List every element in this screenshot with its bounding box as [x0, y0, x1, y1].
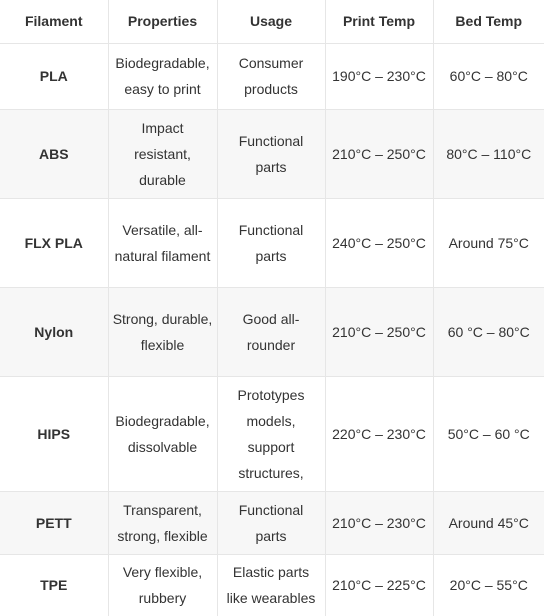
table-row: PETT Transparent, strong, flexible Funct…: [0, 490, 544, 554]
cell-filament: PLA: [0, 42, 109, 109]
table-row: HIPS Biodegradable, dissolvable Prototyp…: [0, 375, 544, 491]
cell-usage: Functional parts: [217, 197, 326, 287]
cell-properties: Versatile, all-natural filament: [108, 197, 218, 287]
cell-filament: TPE: [0, 553, 109, 616]
cell-bed-temp: 80°C – 110°C: [433, 108, 544, 198]
header-print-temp: Print Temp: [325, 0, 434, 43]
cell-print-temp: 210°C – 250°C: [325, 108, 434, 198]
cell-bed-temp: 20°C – 55°C: [433, 553, 544, 616]
cell-filament: Nylon: [0, 286, 109, 376]
table-row: ABS Impact resistant, durable Functional…: [0, 108, 544, 198]
cell-bed-temp: 50°C – 60 °C: [433, 375, 544, 491]
header-properties: Properties: [108, 0, 218, 43]
table-header-row: Filament Properties Usage Print Temp Bed…: [0, 0, 544, 43]
cell-properties: Biodegradable, dissolvable: [108, 375, 218, 491]
cell-usage: Good all-rounder: [217, 286, 326, 376]
filament-comparison-table: Filament Properties Usage Print Temp Bed…: [0, 0, 544, 616]
table-row: TPE Very flexible, rubbery Elastic parts…: [0, 553, 544, 616]
cell-properties: Transparent, strong, flexible: [108, 490, 218, 554]
cell-properties: Very flexible, rubbery: [108, 553, 218, 616]
cell-usage: Functional parts: [217, 490, 326, 554]
cell-print-temp: 210°C – 250°C: [325, 286, 434, 376]
cell-usage: Consumer products: [217, 42, 326, 109]
cell-print-temp: 210°C – 225°C: [325, 553, 434, 616]
cell-bed-temp: Around 45°C: [433, 490, 544, 554]
cell-print-temp: 240°C – 250°C: [325, 197, 434, 287]
cell-print-temp: 210°C – 230°C: [325, 490, 434, 554]
header-bed-temp: Bed Temp: [455, 13, 523, 30]
cell-filament: HIPS: [0, 375, 109, 491]
cell-usage: Functional parts: [217, 108, 326, 198]
cell-properties: Strong, durable, flexible: [108, 286, 218, 376]
header-usage: Usage: [217, 0, 326, 43]
cell-filament: ABS: [0, 108, 109, 198]
cell-usage: Elastic parts like wearables: [217, 553, 326, 616]
cell-print-temp: 190°C – 230°C: [325, 42, 434, 109]
cell-filament: PETT: [0, 490, 109, 554]
cell-properties: Biodegradable, easy to print: [108, 42, 218, 109]
cell-properties: Impact resistant, durable: [108, 108, 218, 198]
cell-bed-temp: 60°C – 80°C: [433, 42, 544, 109]
cell-print-temp: 220°C – 230°C: [325, 375, 434, 491]
header-filament: Filament: [0, 0, 109, 43]
cell-bed-temp: Around 75°C: [433, 197, 544, 287]
filament-table-container: Filament Properties Usage Print Temp Bed…: [0, 0, 544, 616]
table-row: Nylon Strong, durable, flexible Good all…: [0, 286, 544, 376]
table-row: FLX PLA Versatile, all-natural filament …: [0, 197, 544, 287]
cell-bed-temp: 60 °C – 80°C: [433, 286, 544, 376]
cell-usage: Prototypes models, support structures,: [217, 375, 326, 491]
table-row: PLA Biodegradable, easy to print Consume…: [0, 42, 544, 109]
cell-filament: FLX PLA: [0, 197, 109, 287]
